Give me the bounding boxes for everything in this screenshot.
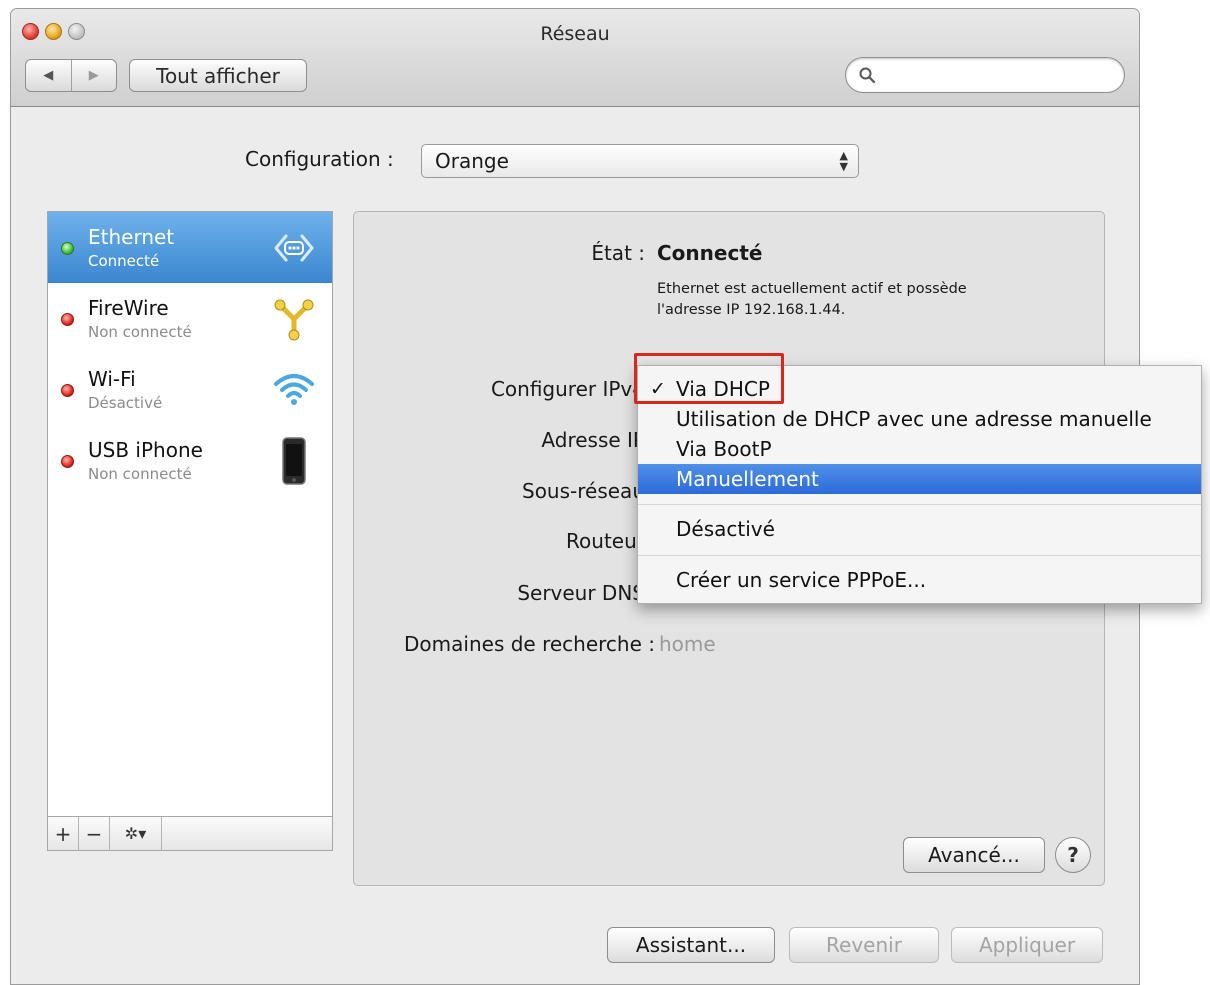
iphone-icon bbox=[282, 437, 306, 485]
configuration-value: Orange bbox=[435, 149, 509, 173]
menu-item-manually[interactable]: Manuellement bbox=[638, 464, 1201, 494]
status-label: État : bbox=[591, 241, 645, 265]
menu-item-label: Désactivé bbox=[676, 517, 775, 541]
router-label: Routeur bbox=[566, 529, 645, 553]
menu-item-disabled[interactable]: Désactivé bbox=[638, 514, 1201, 544]
show-all-button[interactable]: Tout afficher bbox=[129, 59, 307, 92]
remove-service-button[interactable]: − bbox=[79, 817, 110, 850]
search-icon bbox=[859, 67, 876, 84]
service-status: Non connecté bbox=[88, 323, 192, 341]
ip-address-label: Adresse IP bbox=[541, 428, 645, 452]
highlight-annotation-box bbox=[634, 353, 784, 404]
service-item-ethernet[interactable]: Ethernet Connecté bbox=[48, 212, 332, 283]
menu-item-dhcp-manual-address[interactable]: Utilisation de DHCP avec une adresse man… bbox=[638, 404, 1201, 434]
apply-button[interactable]: Appliquer bbox=[951, 927, 1103, 963]
status-description: Ethernet est actuellement actif et possè… bbox=[657, 279, 967, 321]
service-item-wifi[interactable]: Wi-Fi Désactivé bbox=[48, 354, 332, 425]
service-status: Désactivé bbox=[88, 394, 163, 412]
status-indicator-green bbox=[61, 242, 74, 255]
status-description-line: l'adresse IP 192.168.1.44. bbox=[657, 302, 846, 318]
status-value: Connecté bbox=[657, 241, 763, 265]
service-item-firewire[interactable]: FireWire Non connecté bbox=[48, 283, 332, 354]
assistant-button[interactable]: Assistant... bbox=[607, 927, 775, 963]
dns-server-label: Serveur DNS bbox=[517, 581, 645, 605]
subnet-label: Sous-réseau bbox=[522, 479, 645, 503]
status-indicator-red bbox=[61, 384, 74, 397]
firewire-icon bbox=[274, 299, 314, 341]
gear-menu-button[interactable]: ✲▾ bbox=[110, 817, 162, 850]
services-list: Ethernet Connecté FireWire Non connecté bbox=[47, 211, 333, 851]
status-indicator-red bbox=[61, 313, 74, 326]
window-title: Réseau bbox=[540, 23, 610, 45]
nav-back-forward: ◀ ▶ bbox=[25, 59, 117, 92]
configuration-label: Configuration : bbox=[245, 147, 394, 171]
forward-arrow-icon[interactable]: ▶ bbox=[70, 60, 117, 91]
service-name: Wi-Fi bbox=[88, 367, 136, 391]
services-list-footer: + − ✲▾ bbox=[48, 816, 332, 850]
search-domains-value[interactable]: home bbox=[659, 632, 716, 656]
menu-item-label: Manuellement bbox=[676, 467, 819, 491]
status-indicator-red bbox=[61, 455, 74, 468]
menu-separator bbox=[638, 555, 1201, 556]
configuration-popup[interactable]: Orange ▲ ▼ bbox=[421, 144, 859, 178]
menu-item-label: Créer un service PPPoE... bbox=[676, 568, 927, 592]
status-description-line: Ethernet est actuellement actif et possè… bbox=[657, 281, 967, 297]
configure-ipv4-label: Configurer IPv4 bbox=[490, 377, 645, 401]
search-domains-label: Domaines de recherche : bbox=[404, 632, 655, 656]
service-item-usb-iphone[interactable]: USB iPhone Non connecté bbox=[48, 425, 332, 496]
revert-button[interactable]: Revenir bbox=[789, 927, 939, 963]
advanced-button[interactable]: Avancé... bbox=[903, 837, 1045, 873]
menu-item-label: Utilisation de DHCP avec une adresse man… bbox=[676, 407, 1152, 431]
service-status: Non connecté bbox=[88, 465, 192, 483]
service-status: Connecté bbox=[88, 252, 160, 270]
wifi-icon bbox=[274, 374, 314, 405]
menu-separator bbox=[638, 504, 1201, 505]
updown-arrows-icon: ▲ ▼ bbox=[839, 149, 848, 173]
title-bar: Réseau ◀ ▶ Tout afficher bbox=[11, 9, 1139, 107]
add-service-button[interactable]: + bbox=[48, 817, 79, 850]
service-name: FireWire bbox=[88, 296, 169, 320]
menu-item-create-pppoe[interactable]: Créer un service PPPoE... bbox=[638, 565, 1201, 595]
service-name: USB iPhone bbox=[88, 438, 203, 462]
menu-item-label: Via BootP bbox=[676, 437, 772, 461]
menu-item-via-bootp[interactable]: Via BootP bbox=[638, 434, 1201, 464]
ethernet-icon bbox=[274, 234, 314, 262]
service-name: Ethernet bbox=[88, 225, 175, 249]
back-arrow-icon[interactable]: ◀ bbox=[26, 60, 71, 91]
search-field[interactable] bbox=[845, 57, 1125, 93]
help-button[interactable]: ? bbox=[1055, 837, 1091, 873]
